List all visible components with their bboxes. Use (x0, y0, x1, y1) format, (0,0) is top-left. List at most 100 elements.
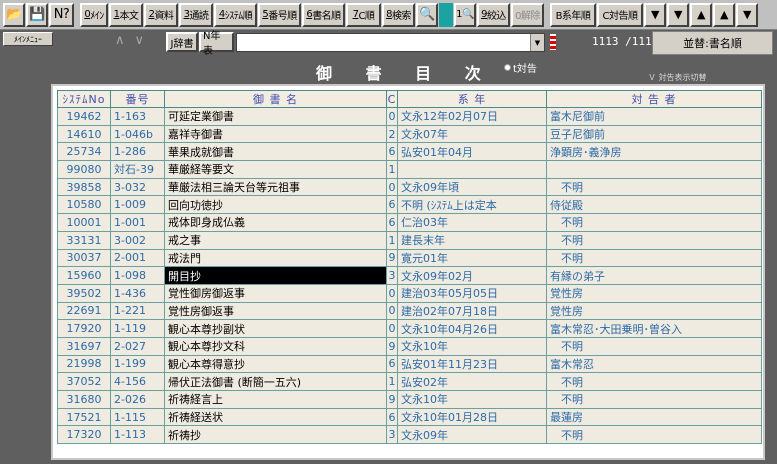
system-no-cell[interactable]: 14610 (57, 124, 111, 144)
col-header-system-no[interactable]: ｼｽﾃﾑNo (57, 90, 111, 108)
number-order-button[interactable]: 5 番号順 (258, 2, 301, 27)
recipient-cell[interactable]: 豆子尼御前 (546, 124, 762, 144)
table-row[interactable]: 39502 1-436 覚性御房御返事 0 建治03年05月05日 覚性房 (57, 283, 762, 303)
open-icon[interactable]: 📂 (3, 2, 25, 27)
recipient-order-button[interactable]: C対告順 (597, 2, 643, 27)
system-no-cell[interactable]: 22691 (57, 301, 111, 321)
c-cell[interactable]: 0 (386, 301, 398, 321)
title-cell[interactable]: 可延定業御書 (164, 107, 387, 126)
c-cell[interactable]: 2 (386, 124, 398, 144)
nav-arrows-icon[interactable]: ∧∨ (115, 33, 154, 48)
scroll-last-icon[interactable]: ▼ (736, 2, 758, 27)
recipient-cell[interactable]: 最蓮房 (546, 407, 762, 427)
number-cell[interactable]: 1-286 (110, 142, 165, 162)
system-order-button[interactable]: 4 ｼｽﾃﾑ順 (214, 2, 257, 27)
number-cell[interactable]: 2-001 (110, 248, 165, 268)
title-cell[interactable]: 戒之事 (164, 230, 387, 250)
system-no-cell[interactable]: 25734 (57, 142, 111, 162)
number-cell[interactable]: 1-199 (110, 354, 165, 374)
era-cell[interactable]: 弘安01年04月 (397, 142, 547, 162)
c-cell[interactable]: 1 (386, 160, 398, 179)
number-cell[interactable]: 2-027 (110, 336, 165, 356)
number-cell[interactable]: 2-026 (110, 390, 165, 409)
system-no-cell[interactable]: 31680 (57, 390, 111, 409)
title-combo[interactable]: ▼ (236, 33, 545, 52)
table-row[interactable]: 17521 1-115 祈祷経送状 6 文永10年01月28日 最蓮房 (57, 407, 762, 427)
era-cell[interactable]: 建治02年07月18日 (397, 301, 547, 321)
number-cell[interactable]: 3-032 (110, 177, 165, 197)
system-no-cell[interactable]: 39502 (57, 283, 111, 303)
system-no-cell[interactable]: 33131 (57, 230, 111, 250)
system-no-cell[interactable]: 99080 (57, 160, 111, 179)
title-cell[interactable]: 観心本尊抄文科 (164, 336, 387, 356)
number-cell[interactable]: 1-098 (110, 266, 165, 285)
magnifier-icon[interactable]: 🔍 (416, 2, 438, 27)
c-cell[interactable]: 6 (386, 195, 398, 215)
table-row[interactable]: 25734 1-286 華果成就御書 6 弘安01年04月 浄顕房･義浄房 (57, 142, 762, 162)
col-header-c[interactable]: C (386, 90, 398, 108)
table-row[interactable]: 17320 1-113 祈祷抄 3 文永09年 不明 (57, 425, 762, 445)
era-cell[interactable]: 弘安02年 (397, 372, 547, 391)
scroll-down-icon[interactable]: ▼ (667, 2, 689, 27)
c-cell[interactable]: 1 (386, 230, 398, 250)
table-row[interactable]: 17920 1-119 観心本尊抄副状 0 文永10年04月26日 富木常忍･大田乗明･曽… (57, 319, 762, 338)
era-cell[interactable]: 文永09年頃 (397, 177, 547, 197)
recipient-cell[interactable]: 不明 (546, 230, 762, 250)
table-row[interactable]: 99080 対石-39 華厳経等要文 1 (57, 160, 762, 179)
title-cell[interactable]: 戒法門 (164, 248, 387, 268)
title-cell[interactable]: 華厳法相三論天台等元祖事 (164, 177, 387, 197)
system-no-cell[interactable]: 15960 (57, 266, 111, 285)
recipient-cell[interactable]: 不明 (546, 213, 762, 232)
sort-order-button[interactable]: 並替:書名順 (652, 31, 773, 55)
system-no-cell[interactable]: 17920 (57, 319, 111, 338)
era-cell[interactable]: 文永10年 (397, 390, 547, 409)
dictionary-button[interactable]: J辞書 (166, 32, 198, 52)
c-cell[interactable]: 6 (386, 354, 398, 374)
scroll-top-icon[interactable]: ▲ (713, 2, 735, 27)
c-cell[interactable]: 0 (386, 107, 398, 126)
title-cell[interactable]: 嘉祥寺御書 (164, 124, 387, 144)
era-cell[interactable]: 文永07年 (397, 124, 547, 144)
recipient-cell[interactable]: 侍従殿 (546, 195, 762, 215)
recipient-cell[interactable]: 不明 (546, 248, 762, 268)
system-no-cell[interactable]: 10580 (57, 195, 111, 215)
title-cell[interactable]: 祈祷抄 (164, 425, 387, 445)
system-no-cell[interactable]: 17320 (57, 425, 111, 445)
number-cell[interactable]: 1-115 (110, 407, 165, 427)
c-cell[interactable]: 9 (386, 336, 398, 356)
col-header-era[interactable]: 系 年 (397, 90, 547, 108)
era-cell[interactable] (397, 160, 547, 179)
era-cell[interactable]: 文永12年02月07日 (397, 107, 547, 126)
recipient-cell[interactable] (546, 160, 762, 179)
recipient-cell[interactable]: 不明 (546, 177, 762, 197)
c-cell[interactable]: 0 (386, 283, 398, 303)
system-no-cell[interactable]: 21998 (57, 354, 111, 374)
table-row[interactable]: 14610 1-046b 嘉祥寺御書 2 文永07年 豆子尼御前 (57, 124, 762, 144)
c-order-button[interactable]: 7 C順 (346, 2, 381, 27)
number-cell[interactable]: 4-156 (110, 372, 165, 391)
recipient-cell[interactable]: 不明 (546, 425, 762, 445)
c-cell[interactable]: 3 (386, 266, 398, 285)
materials-button[interactable]: 2 資料 (144, 2, 178, 27)
chronology-button[interactable]: N年表 (199, 31, 234, 57)
recipient-cell[interactable]: 不明 (546, 390, 762, 409)
number-cell[interactable]: 3-002 (110, 230, 165, 250)
table-row[interactable]: 31680 2-026 祈祷経言上 9 文永10年 不明 (57, 390, 762, 409)
era-cell[interactable]: 建長末年 (397, 230, 547, 250)
number-cell[interactable]: 1-046b (110, 124, 165, 144)
number-cell[interactable]: 1-436 (110, 283, 165, 303)
recipient-cell[interactable]: 不明 (546, 336, 762, 356)
number-cell[interactable]: 対石-39 (110, 160, 165, 179)
era-cell[interactable]: 文永10年01月28日 (397, 407, 547, 427)
system-no-cell[interactable]: 30037 (57, 248, 111, 268)
c-cell[interactable]: 1 (386, 372, 398, 391)
era-order-button[interactable]: B系年順 (550, 2, 596, 27)
title-cell[interactable]: 祈祷経送状 (164, 407, 387, 427)
table-row[interactable]: 21998 1-199 観心本尊得意抄 6 弘安01年11月23日 富木常忍 (57, 354, 762, 374)
title-cell[interactable]: 華厳経等要文 (164, 160, 387, 179)
search-button[interactable]: 8 検索 (382, 2, 415, 27)
table-row[interactable]: 10001 1-001 戒体即身成仏義 6 仁治03年 不明 (57, 213, 762, 232)
c-cell[interactable]: 9 (386, 390, 398, 409)
era-cell[interactable]: 不明 (ｼｽﾃﾑ上は定本 (397, 195, 547, 215)
number-cell[interactable]: 1-163 (110, 107, 165, 126)
